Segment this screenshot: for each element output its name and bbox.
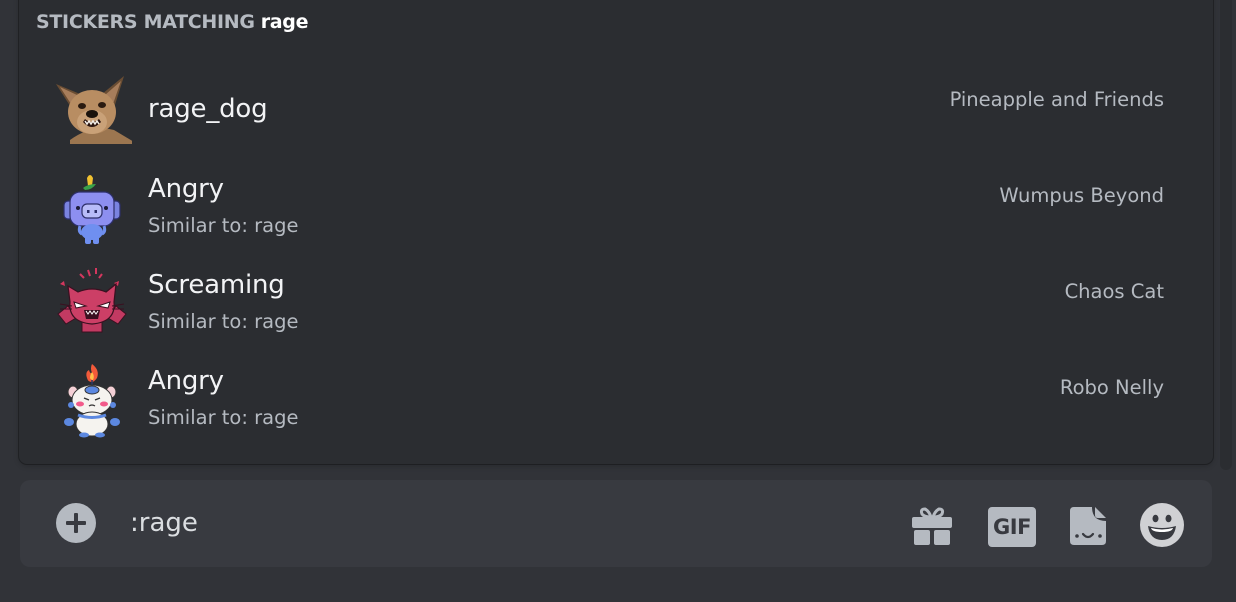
sticker-similar-text: Similar to: rage [148, 310, 299, 333]
sticker-option-rage-dog[interactable]: rage_dog Pineapple and Friends [19, 64, 1213, 160]
chat-page: STICKERS MATCHING rage rage_dog Pineappl… [0, 0, 1236, 602]
sticker-autocomplete-panel: STICKERS MATCHING rage rage_dog Pineappl… [19, 0, 1213, 464]
sticker-name: rage_dog [148, 94, 268, 124]
sticker-option-screaming[interactable]: Screaming Similar to: rage Chaos Cat [19, 256, 1213, 352]
upload-plus-button[interactable] [56, 503, 96, 543]
sticker-button[interactable] [1066, 503, 1110, 547]
sticker-similar-text: Similar to: rage [148, 406, 299, 429]
message-composer: GIF [20, 480, 1212, 567]
gift-icon [912, 507, 952, 545]
angry-chihuahua-sticker-icon [52, 72, 132, 152]
heading-prefix: STICKERS MATCHING [36, 11, 255, 33]
sticker-name: Screaming [148, 270, 285, 300]
autocomplete-heading: STICKERS MATCHING rage [36, 11, 308, 33]
emoji-button[interactable] [1140, 503, 1184, 547]
sticker-name: Angry [148, 174, 224, 204]
sticker-pack-name: Robo Nelly [1059, 376, 1164, 399]
screaming-cat-sticker-icon [52, 264, 132, 344]
sticker-similar-text: Similar to: rage [148, 214, 299, 237]
scrollbar-track[interactable] [1220, 0, 1232, 470]
sticker-option-angry-robo-nelly[interactable]: Angry Similar to: rage Robo Nelly [19, 352, 1213, 448]
sticker-option-angry-wumpus[interactable]: Angry Similar to: rage Wumpus Beyond [19, 160, 1213, 256]
sticker-pack-name: Pineapple and Friends [949, 88, 1164, 111]
plus-circle-icon [66, 513, 86, 533]
message-input[interactable] [130, 505, 890, 541]
robo-nelly-angry-sticker-icon [52, 360, 132, 440]
gif-button[interactable]: GIF [988, 503, 1036, 547]
heading-query: rage [260, 11, 309, 33]
gif-icon: GIF [988, 507, 1036, 547]
sticker-pack-name: Wumpus Beyond [999, 184, 1164, 207]
sticker-icon [1070, 507, 1106, 545]
gift-button[interactable] [910, 503, 954, 547]
smiley-emoji-icon [1140, 503, 1184, 547]
sticker-pack-name: Chaos Cat [1064, 280, 1164, 303]
sticker-name: Angry [148, 366, 224, 396]
wumpus-angry-sticker-icon [52, 168, 132, 248]
